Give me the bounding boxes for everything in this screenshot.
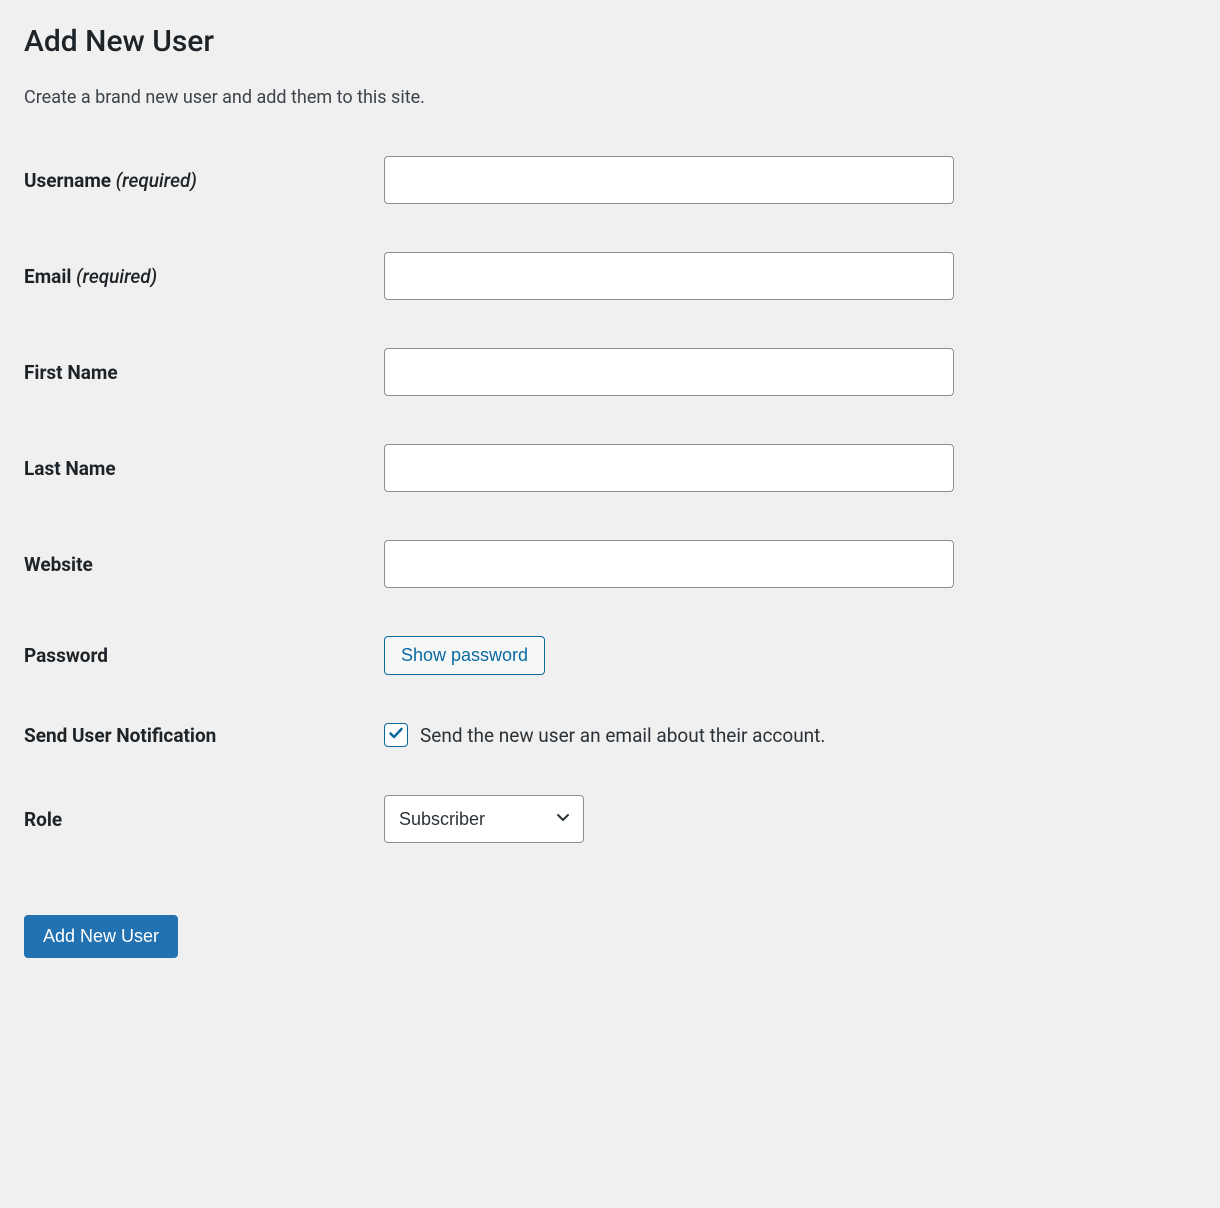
last-name-input[interactable]	[384, 444, 954, 492]
last-name-row: Last Name	[24, 444, 1196, 492]
password-row: Password Show password	[24, 636, 1196, 675]
role-row: Role Subscriber	[24, 795, 1196, 843]
email-label: Email (required)	[24, 265, 384, 288]
email-row: Email (required)	[24, 252, 1196, 300]
username-input[interactable]	[384, 156, 954, 204]
page-description: Create a brand new user and add them to …	[24, 87, 1196, 108]
website-input[interactable]	[384, 540, 954, 588]
username-label: Username (required)	[24, 169, 384, 192]
website-row: Website	[24, 540, 1196, 588]
first-name-label: First Name	[24, 361, 384, 384]
add-user-form: Username (required) Email (required) Fir…	[24, 156, 1196, 843]
email-input[interactable]	[384, 252, 954, 300]
role-label: Role	[24, 808, 384, 831]
notification-label: Send User Notification	[24, 724, 384, 747]
notification-checkbox-label: Send the new user an email about their a…	[420, 724, 825, 747]
last-name-label: Last Name	[24, 457, 384, 480]
check-icon	[388, 725, 404, 745]
page-title: Add New User	[24, 24, 1196, 59]
role-select[interactable]: Subscriber	[384, 795, 584, 843]
website-label: Website	[24, 553, 384, 576]
add-new-user-button[interactable]: Add New User	[24, 915, 178, 958]
first-name-row: First Name	[24, 348, 1196, 396]
notification-row: Send User Notification Send the new user…	[24, 723, 1196, 747]
password-label: Password	[24, 644, 384, 667]
notification-checkbox[interactable]	[384, 723, 408, 747]
first-name-input[interactable]	[384, 348, 954, 396]
username-row: Username (required)	[24, 156, 1196, 204]
show-password-button[interactable]: Show password	[384, 636, 545, 675]
